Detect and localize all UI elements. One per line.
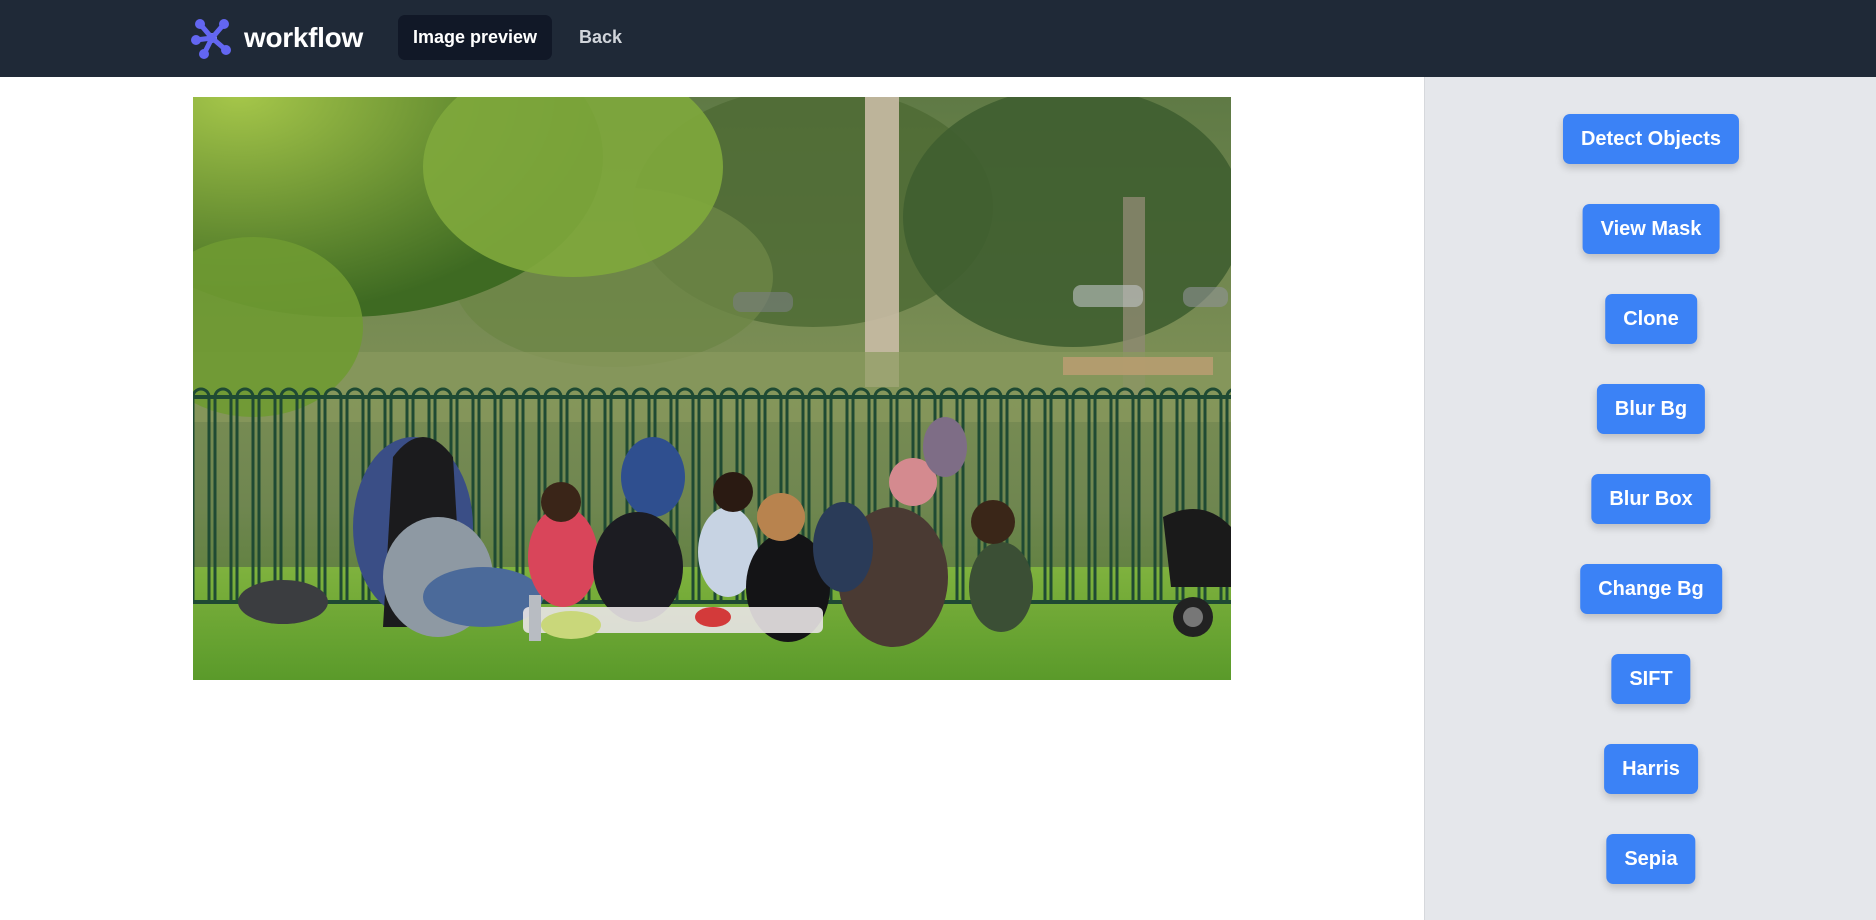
brand[interactable]: workflow — [190, 16, 363, 60]
actions-sidebar: Detect Objects View Mask Clone Blur Bg B… — [1424, 77, 1876, 920]
view-mask-button[interactable]: View Mask — [1582, 204, 1720, 254]
photo-park-picnic — [193, 97, 1231, 680]
top-navbar: workflow Image preview Back — [0, 0, 1876, 77]
harris-button[interactable]: Harris — [1604, 744, 1698, 794]
sift-button[interactable]: SIFT — [1611, 654, 1691, 704]
blur-box-button[interactable]: Blur Box — [1591, 474, 1711, 524]
nav-back-link[interactable]: Back — [564, 15, 637, 60]
brand-name: workflow — [244, 22, 363, 53]
detect-objects-button[interactable]: Detect Objects — [1562, 114, 1740, 164]
workflow-logo-icon — [191, 19, 231, 59]
clone-button[interactable]: Clone — [1605, 294, 1697, 344]
main-content — [0, 77, 1424, 920]
change-bg-button[interactable]: Change Bg — [1580, 564, 1722, 614]
image-preview — [193, 97, 1231, 680]
nav-tab-image-preview[interactable]: Image preview — [398, 15, 553, 60]
blur-bg-button[interactable]: Blur Bg — [1596, 384, 1706, 434]
sepia-button[interactable]: Sepia — [1606, 834, 1696, 884]
